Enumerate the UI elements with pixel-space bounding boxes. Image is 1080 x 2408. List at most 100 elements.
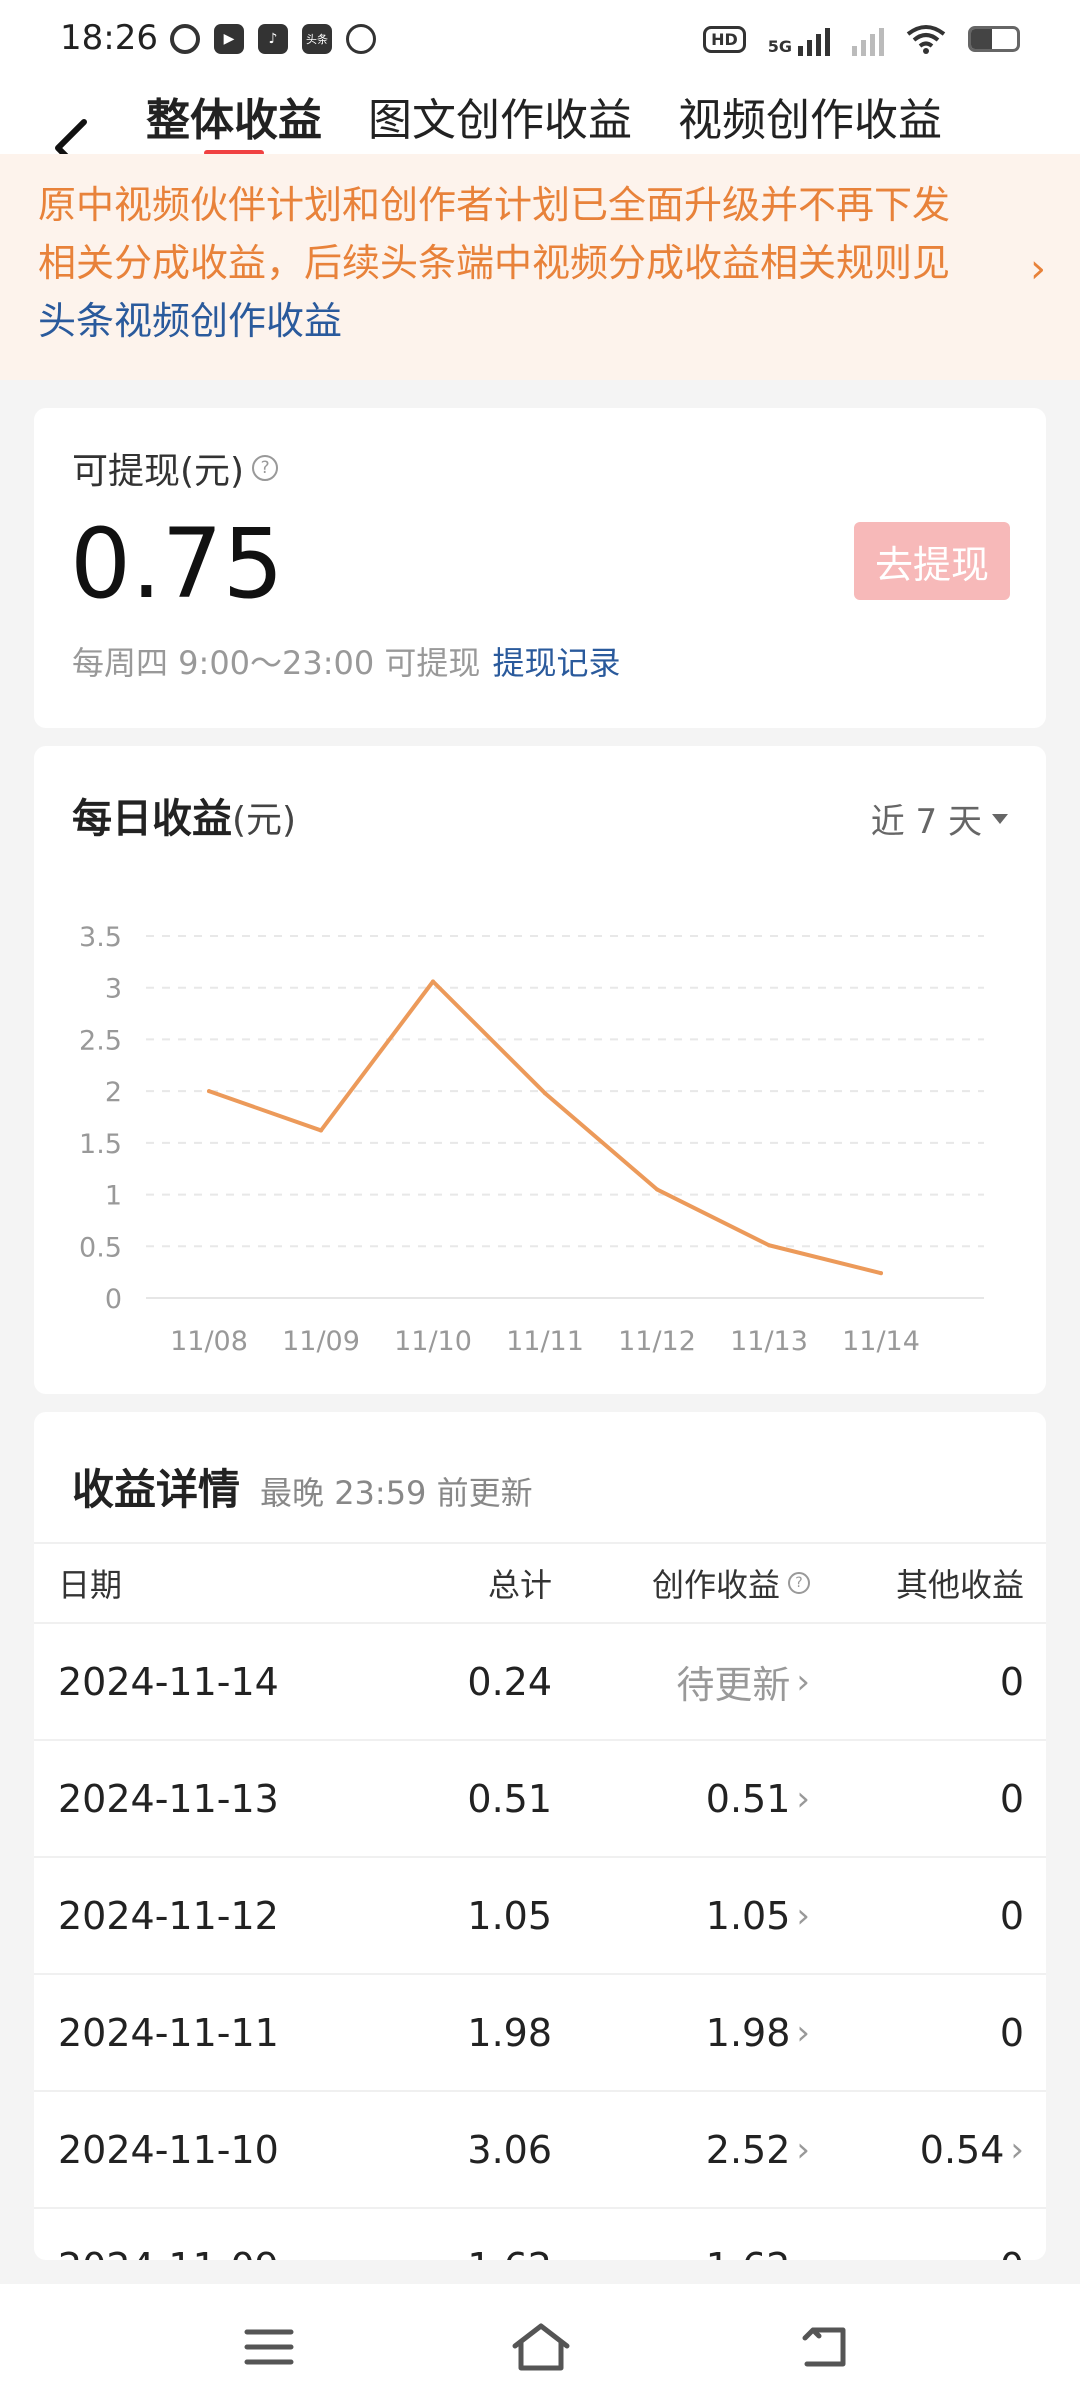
help-icon[interactable]: ? (252, 455, 279, 481)
home-icon (512, 2323, 570, 2371)
signal-5g-icon: 5G (768, 22, 830, 56)
daily-income-card: 每日收益(元) 近 7 天 0 0.5 1 1.5 2 2.5 3 3.5 11/08 11/09… (34, 746, 1046, 1394)
chevron-right-icon: › (796, 2012, 810, 2053)
row-creation[interactable]: 待更新 › (676, 1624, 810, 1739)
wifi-icon (906, 25, 946, 54)
status-app-icons: ▶ ♪ 头条 (170, 24, 376, 54)
home-button[interactable] (506, 2312, 576, 2382)
row-other: 0 (1000, 1975, 1024, 2090)
row-creation[interactable]: 1.98 › (706, 1975, 810, 2090)
x-tick-label: 11/13 (730, 1326, 808, 1357)
weibo-icon (170, 24, 200, 54)
top-nav-bar: 整体收益 图文创作收益 视频创作收益 (0, 82, 1080, 177)
chevron-right-icon: › (796, 1661, 810, 1702)
data-point (767, 1243, 771, 1248)
y-tick-label: 2.5 (79, 1025, 122, 1056)
row-date: 2024-11-12 (58, 1893, 279, 1938)
back-nav-button[interactable] (790, 2312, 860, 2382)
withdraw-record-link[interactable]: 提现记录 (492, 644, 620, 682)
row-total: 1.62 (467, 2209, 552, 2261)
row-creation-value: 1.05 (705, 1893, 791, 1938)
notice-banner[interactable]: 原中视频伙伴计划和创作者计划已全面升级并不再下发相关分成收益，后续头条端中视频分… (0, 154, 1080, 380)
status-bar: 18:26 ▶ ♪ 头条 HD 5G (0, 0, 1080, 82)
row-other-value: 0 (1000, 2245, 1024, 2261)
chevron-right-icon: › (796, 1778, 810, 1819)
withdraw-label: 可提现(元) (72, 451, 245, 492)
tab-article-income[interactable]: 图文创作收益 (368, 82, 632, 154)
withdraw-label-row: 可提现(元) ? (72, 442, 279, 494)
income-table: 日期 总计 创作收益? 其他收益 2024-11-14 0.24 待更新 › 0 2024… (34, 1542, 1046, 2260)
toutiao-icon: 头条 (302, 24, 332, 54)
row-creation-value: 1.98 (705, 2010, 791, 2055)
row-creation[interactable]: 2.52 › (706, 2092, 810, 2207)
menu-button[interactable] (234, 2312, 304, 2382)
x-tick-label: 11/09 (282, 1326, 360, 1357)
range-selector[interactable]: 近 7 天 (871, 794, 1008, 843)
data-point (655, 1187, 659, 1192)
detail-header: 收益详情 最晚 23:59 前更新 (72, 1456, 533, 1517)
y-tick-label: 0.5 (79, 1232, 122, 1263)
table-row[interactable]: 2024-11-11 1.98 1.98 › 0 (34, 1973, 1046, 2090)
signal-sim2-icon (852, 22, 884, 56)
menu-icon (244, 2329, 294, 2365)
battery-icon (968, 26, 1020, 52)
withdraw-button[interactable]: 去提现 (854, 522, 1010, 600)
caret-down-icon (992, 813, 1008, 824)
row-other-value: 0 (999, 1659, 1024, 1704)
row-date: 2024-11-11 (58, 2010, 279, 2055)
system-nav-bar (0, 2284, 1080, 2408)
table-row[interactable]: 2024-11-09 1.62 1.62 › 0 (34, 2207, 1046, 2260)
table-row[interactable]: 2024-11-12 1.05 1.05 › 0 (34, 1856, 1046, 1973)
row-creation[interactable]: 1.05 › (706, 1858, 810, 1973)
row-other: 0 (1000, 1858, 1024, 1973)
daily-income-chart: 0 0.5 1 1.5 2 2.5 3 3.5 11/08 11/09 11/10 11/11 11/1… (79, 922, 984, 1357)
data-point (543, 1091, 547, 1096)
income-tabs: 整体收益 图文创作收益 视频创作收益 (146, 82, 942, 154)
back-icon (802, 2327, 846, 2367)
row-date: 2024-11-10 (58, 2127, 279, 2172)
row-creation-value: 待更新 (676, 1663, 791, 1707)
x-tick-label: 11/10 (394, 1326, 472, 1357)
row-total: 1.05 (467, 1893, 552, 1938)
table-row[interactable]: 2024-11-13 0.51 0.51 › 0 (34, 1739, 1046, 1856)
chart-unit: (元) (232, 800, 297, 841)
row-other[interactable]: 0.54 › (920, 2092, 1024, 2207)
table-row[interactable]: 2024-11-10 3.06 2.52 › 0.54 › (34, 2090, 1046, 2207)
row-other-value: 0 (999, 1893, 1024, 1938)
row-creation-value: 2.52 (705, 2127, 791, 2172)
y-tick-label: 3 (105, 974, 122, 1005)
col-creation-label: 创作收益 (651, 1566, 780, 1604)
col-date: 日期 (58, 1566, 123, 1604)
row-other-value: 0.54 (919, 2127, 1005, 2172)
row-creation[interactable]: 1.62 › (706, 2209, 810, 2261)
row-creation[interactable]: 0.51 › (706, 1741, 810, 1856)
tiktok-icon: ♪ (258, 24, 288, 54)
notice-link[interactable]: 头条视频创作收益 (38, 299, 342, 343)
row-total: 1.98 (467, 2010, 552, 2055)
data-point (319, 1128, 323, 1133)
daily-income-title: 每日收益(元) (72, 786, 296, 844)
row-total: 0.24 (467, 1659, 552, 1704)
chevron-right-icon: › (1030, 246, 1046, 292)
row-creation-value: 1.62 (706, 2245, 791, 2261)
withdraw-card: 可提现(元) ? 0.75 去提现 每周四 9:00～23:00 可提现 提现记录 (34, 408, 1046, 728)
withdraw-note-row: 每周四 9:00～23:00 可提现 提现记录 (72, 638, 620, 684)
col-other: 其他收益 (895, 1566, 1024, 1604)
help-icon[interactable]: ? (788, 1572, 810, 1594)
table-row[interactable]: 2024-11-14 0.24 待更新 › 0 (34, 1622, 1046, 1739)
hd-voice-icon: HD (703, 25, 746, 53)
row-total: 0.51 (467, 1776, 552, 1821)
income-detail-card: 收益详情 最晚 23:59 前更新 日期 总计 创作收益? 其他收益 2024-… (34, 1412, 1046, 2260)
y-tick-label: 2 (105, 1077, 122, 1108)
row-other-value: 0 (999, 2010, 1024, 2055)
notice-text: 原中视频伙伴计划和创作者计划已全面升级并不再下发相关分成收益，后续头条端中视频分… (38, 176, 980, 350)
chevron-right-icon: › (796, 2129, 810, 2170)
row-creation-value: 0.51 (705, 1776, 791, 1821)
tab-video-income[interactable]: 视频创作收益 (678, 82, 942, 154)
tab-overall-income[interactable]: 整体收益 (146, 82, 322, 154)
y-tick-label: 3.5 (79, 922, 122, 953)
x-tick-label: 11/14 (842, 1326, 920, 1357)
detail-title: 收益详情 (72, 1465, 241, 1514)
row-other: 0 (1000, 1741, 1024, 1856)
chevron-right-icon: › (796, 2247, 810, 2261)
